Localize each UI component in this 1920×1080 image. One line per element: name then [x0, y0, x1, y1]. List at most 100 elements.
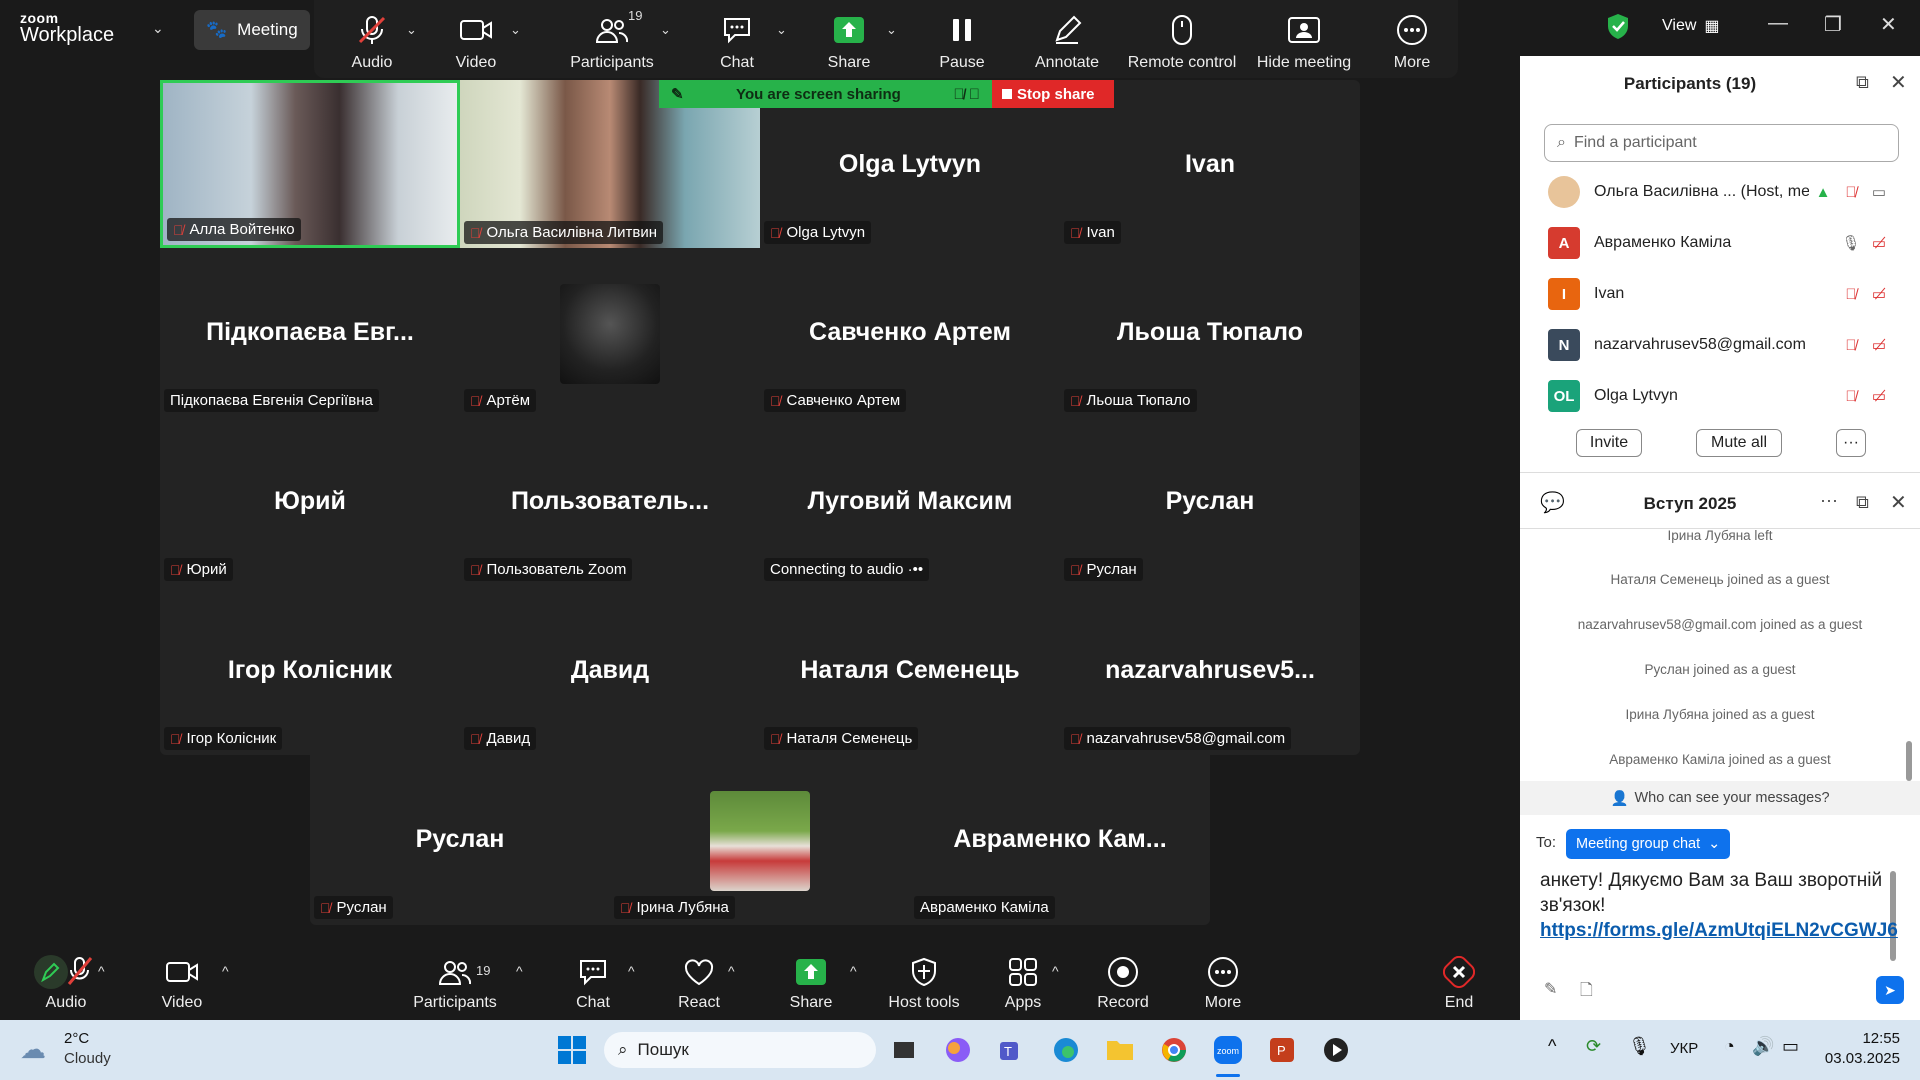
restore-window-icon[interactable]: ❐: [1824, 12, 1842, 37]
video-off-icon[interactable]: ▭̸: [1865, 387, 1893, 405]
participants-options-chevron-up-icon[interactable]: ^: [516, 963, 523, 979]
video-tile[interactable]: Юрий 🎙̸ Юрий: [160, 417, 460, 585]
top-share-button[interactable]: Share: [814, 0, 884, 78]
video-tile[interactable]: Луговий Максим Connecting to audio ·••: [760, 417, 1060, 585]
record-button[interactable]: Record: [1090, 945, 1156, 1020]
video-tile[interactable]: Пользователь... 🎙̸ Пользователь Zoom: [460, 417, 760, 585]
attach-file-icon[interactable]: 🗋: [1580, 979, 1593, 1006]
close-icon[interactable]: ✕: [1890, 70, 1907, 95]
mic-muted-icon[interactable]: 🎙̸: [1837, 286, 1865, 303]
audio-options-chevron-up-icon[interactable]: ^: [98, 963, 105, 979]
popout-icon[interactable]: ⧉: [1856, 72, 1869, 93]
draft-link[interactable]: https://forms.gle/AzmUtqiELN2vCGWJ6: [1540, 920, 1898, 941]
mic-muted-icon[interactable]: 🎙̸: [1837, 337, 1865, 354]
mic-muted-icon[interactable]: 🎙̸: [1837, 388, 1865, 405]
chrome-icon[interactable]: [1154, 1030, 1194, 1070]
video-options-chevron-icon[interactable]: ⌄: [510, 22, 521, 38]
top-chat-button[interactable]: Chat: [702, 0, 772, 78]
video-camera-icon[interactable]: ▭: [1865, 183, 1893, 201]
minimize-icon[interactable]: —: [1768, 12, 1788, 35]
participant-row[interactable]: N nazarvahrusev58@gmail.com 🎙̸ ▭̸: [1548, 322, 1893, 368]
chat-options-chevron-up-icon[interactable]: ^: [628, 963, 635, 979]
more-options-icon[interactable]: ···: [1836, 429, 1866, 457]
volume-icon[interactable]: 🔊: [1752, 1036, 1774, 1057]
audio-button[interactable]: Audio: [18, 945, 114, 1020]
video-tile[interactable]: Підкопаєва Евг... Підкопаєва Евгенія Сер…: [160, 248, 460, 416]
chat-options-chevron-icon[interactable]: ⌄: [776, 22, 787, 38]
participant-row[interactable]: I Ivan 🎙̸ ▭̸: [1548, 271, 1893, 317]
chat-button[interactable]: Chat: [560, 945, 626, 1020]
taskbar-search-input[interactable]: ⌕ Пошук: [604, 1032, 876, 1068]
top-video-button[interactable]: Video: [436, 0, 516, 78]
host-tools-button[interactable]: Host tools: [880, 945, 968, 1020]
close-icon[interactable]: ✕: [1890, 490, 1907, 515]
send-icon[interactable]: ➤: [1876, 976, 1904, 1004]
mic-icon[interactable]: 🎙: [1837, 234, 1865, 252]
teams-icon[interactable]: T: [992, 1030, 1032, 1070]
popout-icon[interactable]: ⧉: [1856, 492, 1869, 513]
meeting-tab[interactable]: 🐾 Meeting: [194, 10, 310, 50]
zoom-app-icon[interactable]: zoom: [1208, 1030, 1248, 1070]
participants-options-chevron-icon[interactable]: ⌄: [660, 22, 671, 38]
video-off-icon[interactable]: ▭̸: [1865, 336, 1893, 354]
format-text-icon[interactable]: ✎: [1544, 979, 1557, 999]
mic-muted-icon[interactable]: 🎙̸: [1837, 184, 1865, 201]
who-can-see-link[interactable]: 👤 Who can see your messages?: [1520, 781, 1920, 815]
copilot-icon[interactable]: [938, 1030, 978, 1070]
participant-row[interactable]: Ольга Василівна ... (Host, me) ▲ 🎙̸ ▭: [1548, 169, 1893, 215]
top-annotate-button[interactable]: Annotate: [1022, 0, 1112, 78]
participant-row[interactable]: А Авраменко Каміла 🎙 ▭̸: [1548, 220, 1893, 266]
video-off-icon[interactable]: ▭̸: [1865, 285, 1893, 303]
video-tile[interactable]: Давид 🎙̸ Давид: [460, 586, 760, 754]
share-options-chevron-icon[interactable]: ⌄: [886, 22, 897, 38]
video-button[interactable]: Video: [150, 945, 214, 1020]
microphone-icon[interactable]: 🎙: [1628, 1036, 1651, 1057]
share-button[interactable]: Share: [778, 945, 844, 1020]
video-tile[interactable]: Наталя Семенець 🎙̸ Наталя Семенець: [760, 586, 1060, 754]
chat-more-icon[interactable]: ···: [1820, 490, 1838, 511]
video-tile[interactable]: 🎙̸ Ірина Лубяна: [610, 755, 910, 923]
apps-options-chevron-up-icon[interactable]: ^: [1052, 963, 1059, 979]
end-meeting-button[interactable]: End: [1426, 945, 1492, 1020]
apps-button[interactable]: Apps: [990, 945, 1056, 1020]
participant-row[interactable]: OL Olga Lytvyn 🎙̸ ▭̸: [1548, 373, 1893, 419]
mute-all-button[interactable]: Mute all: [1696, 429, 1782, 457]
video-off-icon[interactable]: ▭̸: [1865, 234, 1893, 252]
video-tile[interactable]: nazarvahrusev5... 🎙̸ nazarvahrusev58@gmai…: [1060, 586, 1360, 754]
video-tile[interactable]: Льоша Тюпало 🎙̸ Льоша Тюпало: [1060, 248, 1360, 416]
chat-recipient-select[interactable]: Meeting group chat ⌄: [1566, 829, 1731, 859]
video-tile[interactable]: Руслан 🎙̸ Руслан: [310, 755, 610, 923]
media-player-icon[interactable]: [1316, 1030, 1356, 1070]
react-button[interactable]: React: [666, 945, 732, 1020]
clock-date[interactable]: 03.03.2025: [1818, 1050, 1900, 1067]
video-options-chevron-up-icon[interactable]: ^: [222, 963, 229, 979]
close-window-icon[interactable]: ✕: [1880, 12, 1897, 37]
chat-compose-input[interactable]: анкету! Дякуємо Вам за Ваш зворотній зв'…: [1540, 868, 1900, 943]
participants-button[interactable]: Participants: [400, 945, 510, 1020]
top-more-button[interactable]: More: [1372, 0, 1452, 78]
video-tile[interactable]: Руслан 🎙̸ Руслан: [1060, 417, 1360, 585]
top-hide-meeting-button[interactable]: Hide meeting: [1244, 0, 1364, 78]
video-tile[interactable]: 🎙̸ Артём: [460, 248, 760, 416]
chevron-up-icon[interactable]: ^: [1548, 1036, 1556, 1057]
task-view-icon[interactable]: [884, 1030, 924, 1070]
top-pause-button[interactable]: Pause: [922, 0, 1002, 78]
top-audio-button[interactable]: Audio: [332, 0, 412, 78]
video-tile[interactable]: Авраменко Кам... Авраменко Каміла: [910, 755, 1210, 923]
chat-scrollbar[interactable]: [1906, 741, 1912, 781]
windows-start-icon[interactable]: [552, 1030, 592, 1070]
file-explorer-icon[interactable]: [1100, 1030, 1140, 1070]
stop-share-button[interactable]: Stop share: [992, 80, 1114, 108]
share-options-chevron-up-icon[interactable]: ^: [850, 963, 857, 979]
app-menu-chevron-icon[interactable]: ⌄: [152, 20, 164, 37]
top-participants-button[interactable]: Participants: [552, 0, 672, 78]
top-remote-control-button[interactable]: Remote control: [1122, 0, 1242, 78]
video-tile[interactable]: Савченко Артем 🎙̸ Савченко Артем: [760, 248, 1060, 416]
battery-icon[interactable]: ▭: [1782, 1036, 1799, 1057]
participant-search-input[interactable]: ⌕ Find a participant: [1544, 124, 1899, 162]
view-button[interactable]: View ▦: [1662, 16, 1720, 36]
sync-icon[interactable]: ⟳: [1586, 1036, 1601, 1057]
react-options-chevron-up-icon[interactable]: ^: [728, 963, 735, 979]
invite-button[interactable]: Invite: [1576, 429, 1642, 457]
encryption-shield-icon[interactable]: [1606, 12, 1630, 45]
